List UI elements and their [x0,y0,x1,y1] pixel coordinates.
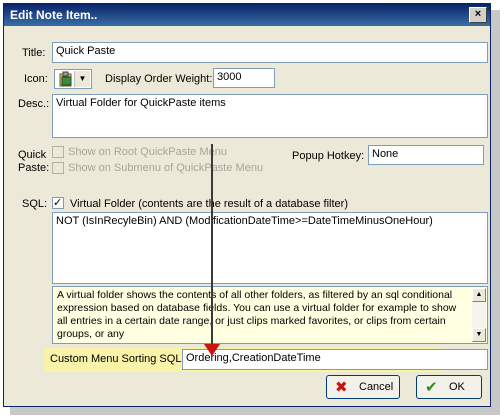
virtual-folder-checkbox[interactable]: ✓ [52,197,64,209]
ok-check-icon: ✔ [425,379,438,396]
title-input[interactable]: Quick Paste [52,42,488,63]
title-label: Title: [22,47,46,59]
popup-hotkey-label: Popup Hotkey: [292,150,365,162]
submenu-checkbox[interactable] [52,162,64,174]
cancel-button[interactable]: ✖ Cancel [326,375,400,399]
chevron-down-icon[interactable]: ▼ [74,71,90,87]
display-order-label: Display Order Weight: [105,73,213,85]
ok-button[interactable]: ✔ OK [416,375,482,399]
info-text: A virtual folder shows the contents of a… [57,289,457,340]
close-icon: × [474,8,482,20]
icon-select[interactable]: ▼ [54,69,92,89]
edit-note-dialog: Edit Note Item.. × Title: Quick Paste Ic… [3,3,491,407]
scroll-down-icon[interactable]: ▼ [472,328,486,342]
popup-hotkey-input[interactable]: None [368,145,484,165]
icon-label: Icon: [24,73,48,85]
desc-textarea[interactable]: Virtual Folder for QuickPaste items [52,94,488,138]
quick-paste-label-1: Quick [18,149,47,161]
quick-paste-label-2: Paste: [18,162,50,174]
sort-sql-input[interactable]: Ordering,CreationDateTime [182,349,488,370]
root-menu-checkbox[interactable] [52,146,64,158]
close-button[interactable]: × [469,7,487,23]
check-icon: ✓ [53,197,63,209]
cancel-button-label: Cancel [359,381,394,393]
annotation-arrow-line [211,144,213,344]
info-scrollbar[interactable]: ▲ ▼ [472,288,486,342]
clipboard-icon [59,71,72,87]
cancel-x-icon: ✖ [335,379,348,396]
sql-expression-textarea[interactable]: NOT (IsInRecyleBin) AND (ModificationDat… [52,212,488,284]
title-bar[interactable]: Edit Note Item.. × [4,4,490,26]
scroll-up-icon[interactable]: ▲ [472,288,486,302]
info-description: A virtual folder shows the contents of a… [52,286,488,344]
submenu-label: Show on Submenu of QuickPaste Menu [68,162,264,174]
sql-label: SQL: [22,198,48,210]
ok-button-label: OK [449,381,465,393]
desc-label: Desc.: [18,98,50,110]
sort-sql-label: Custom Menu Sorting SQL: [50,353,185,365]
root-menu-label: Show on Root QuickPaste Menu [68,146,227,158]
window-title: Edit Note Item.. [10,8,98,22]
display-order-input[interactable]: 3000 [213,68,275,88]
annotation-arrow-head [204,344,220,356]
virtual-folder-label: Virtual Folder (contents are the result … [70,198,348,210]
